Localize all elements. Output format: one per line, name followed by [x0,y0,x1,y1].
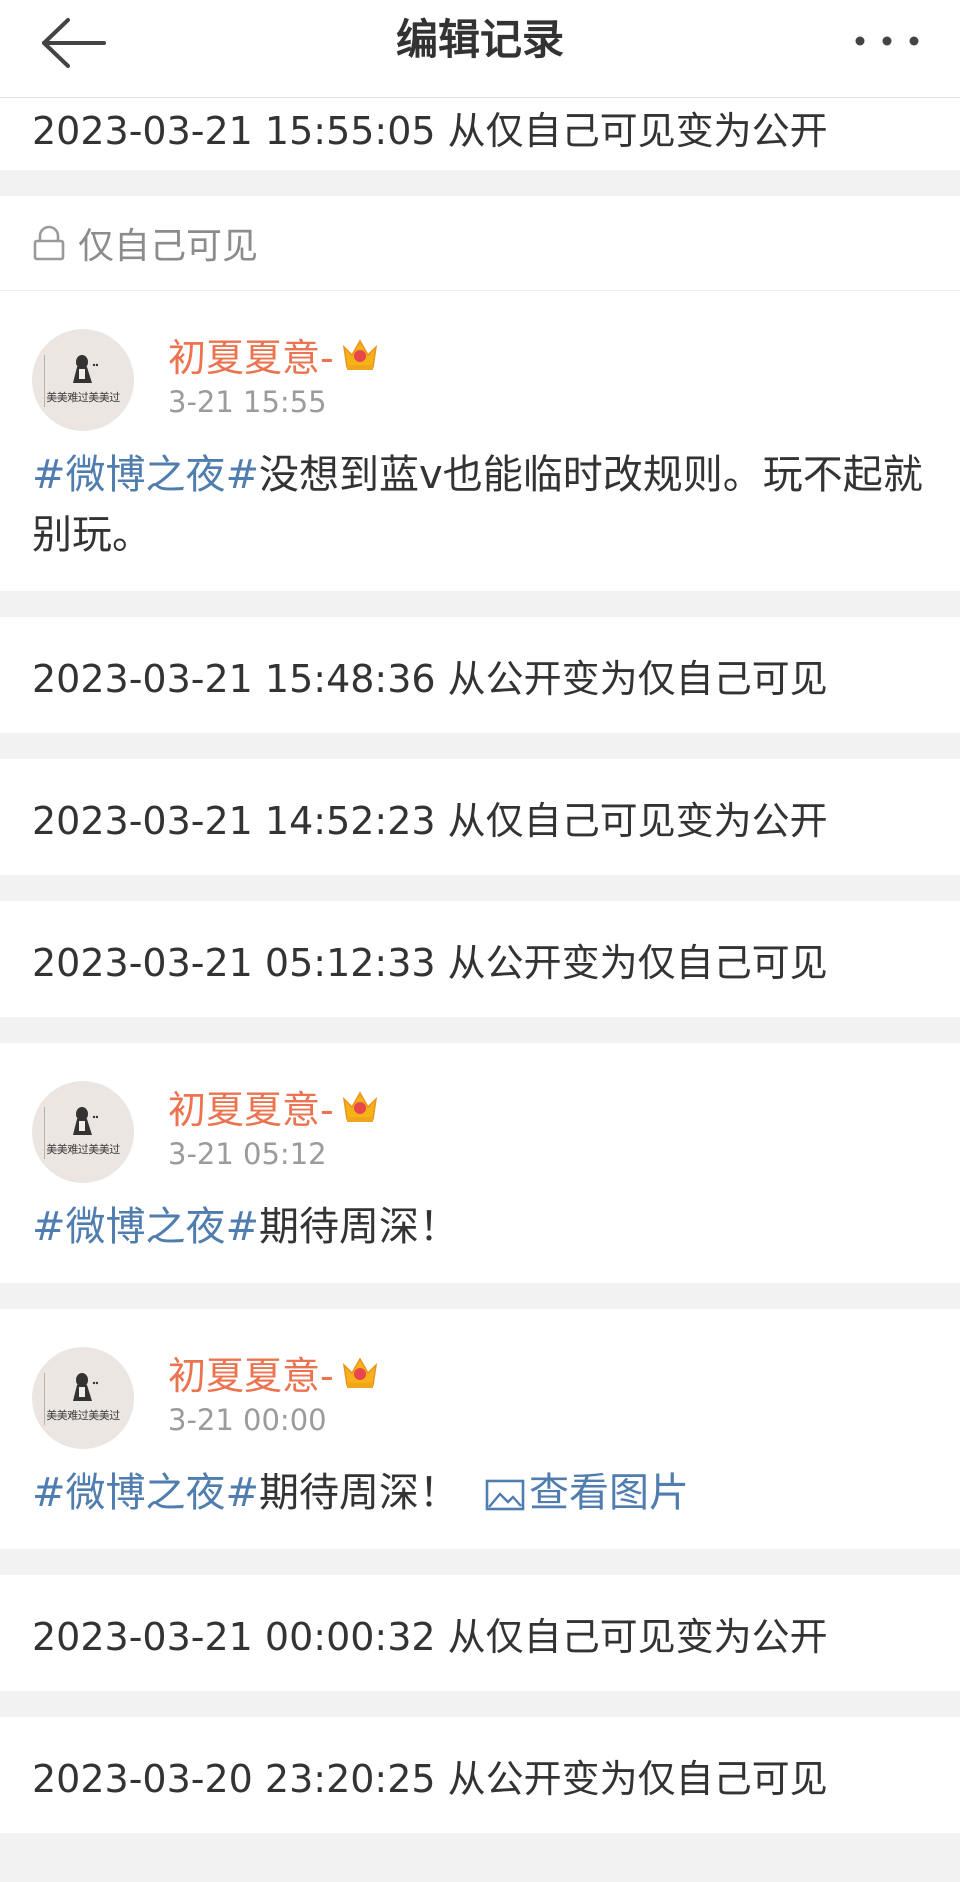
avatar-figure [73,1373,98,1401]
post-text: 期待周深！ [259,1204,460,1250]
section-divider [0,1283,960,1309]
author-name[interactable]: 初夏夏意- [168,327,334,382]
visibility-status: 仅自己可见 [0,196,960,291]
edit-record-card: 2023-03-21 00:00:32 从仅自己可见变为公开 [0,1575,960,1691]
section-divider [0,1833,960,1859]
weibo-post: 美美难过美美过 初夏夏意- 3-21 05:12 #微博之夜#期待周深！ [0,1043,960,1283]
edit-record-card: 2023-03-21 05:12:33 从公开变为仅自己可见 [0,901,960,1017]
post-content: #微博之夜#期待周深！ [32,1197,928,1257]
edit-record-entry: 2023-03-21 15:48:36 从公开变为仅自己可见 [32,656,828,701]
edit-record-card: 2023-03-21 15:48:36 从公开变为仅自己可见 [0,617,960,733]
edit-record-card: 2023-03-21 14:52:23 从仅自己可见变为公开 [0,759,960,875]
visibility-label: 仅自己可见 [78,226,259,267]
section-divider [0,1691,960,1717]
edit-record-entry: 2023-03-21 05:12:33 从公开变为仅自己可见 [32,940,828,985]
more-dots-icon[interactable] [852,26,922,56]
avatar-caption: 美美难过美美过 [46,1409,120,1422]
weibo-post: 美美难过美美过 初夏夏意- 3-21 00:00 #微博之夜#期待周深！ 查看图片 [0,1309,960,1549]
section-divider [0,1017,960,1043]
section-divider [0,1549,960,1575]
vip-crown-icon [342,1357,377,1388]
post-time: 3-21 15:55 [168,385,327,419]
section-divider [0,733,960,759]
edit-record-entry: 2023-03-20 23:20:25 从公开变为仅自己可见 [32,1756,828,1801]
section-divider [0,591,960,617]
author-name[interactable]: 初夏夏意- [168,1079,334,1134]
avatar-figure [73,355,98,383]
page-title: 编辑记录 [395,15,564,64]
post-text: 期待周深！ [259,1470,460,1516]
edit-record-card: 2023-03-21 15:55:05 从仅自己可见变为公开 [0,98,960,170]
view-image-label: 查看图片 [529,1470,690,1516]
view-image-link[interactable]: 查看图片 [485,1470,689,1516]
topic-link[interactable]: #微博之夜# [32,452,259,498]
edit-record-entry: 2023-03-21 14:52:23 从仅自己可见变为公开 [32,798,828,843]
avatar[interactable]: 美美难过美美过 [32,1347,134,1449]
author-name[interactable]: 初夏夏意- [168,1345,334,1400]
vip-crown-icon [342,1091,377,1122]
weibo-post: 美美难过美美过 初夏夏意- 3-21 15:55 #微博之夜#没想到蓝v也能临时… [0,291,960,591]
avatar[interactable]: 美美难过美美过 [32,1081,134,1183]
avatar[interactable]: 美美难过美美过 [32,329,134,431]
post-time: 3-21 05:12 [168,1137,327,1171]
lock-icon [33,225,65,261]
edit-record-entry: 2023-03-21 15:55:05 从仅自己可见变为公开 [32,109,828,153]
post-content: #微博之夜#没想到蓝v也能临时改规则。玩不起就别玩。 [32,445,928,565]
section-divider [0,875,960,901]
post-time: 3-21 00:00 [168,1403,327,1437]
post-version-card: 美美难过美美过 初夏夏意- 3-21 05:12 #微博之夜#期待周深！ [0,1043,960,1283]
avatar-caption: 美美难过美美过 [46,1143,120,1156]
edit-record-entry: 2023-03-21 00:00:32 从仅自己可见变为公开 [32,1614,828,1659]
avatar-figure [73,1107,98,1135]
topic-link[interactable]: #微博之夜# [32,1470,259,1516]
edit-record-card: 2023-03-20 23:20:25 从公开变为仅自己可见 [0,1717,960,1833]
section-divider [0,170,960,196]
post-version-card: 美美难过美美过 初夏夏意- 3-21 00:00 #微博之夜#期待周深！ 查看图片 [0,1309,960,1549]
topic-link[interactable]: #微博之夜# [32,1204,259,1250]
navbar: 编辑记录 [0,0,960,98]
vip-crown-icon [342,339,377,370]
image-icon [485,1479,525,1511]
post-content: #微博之夜#期待周深！ 查看图片 [32,1463,928,1523]
avatar-caption: 美美难过美美过 [46,391,120,404]
post-version-card: 仅自己可见 美美难过美美过 初夏夏意- 3-21 15:55 #微博之夜#没想到… [0,196,960,591]
